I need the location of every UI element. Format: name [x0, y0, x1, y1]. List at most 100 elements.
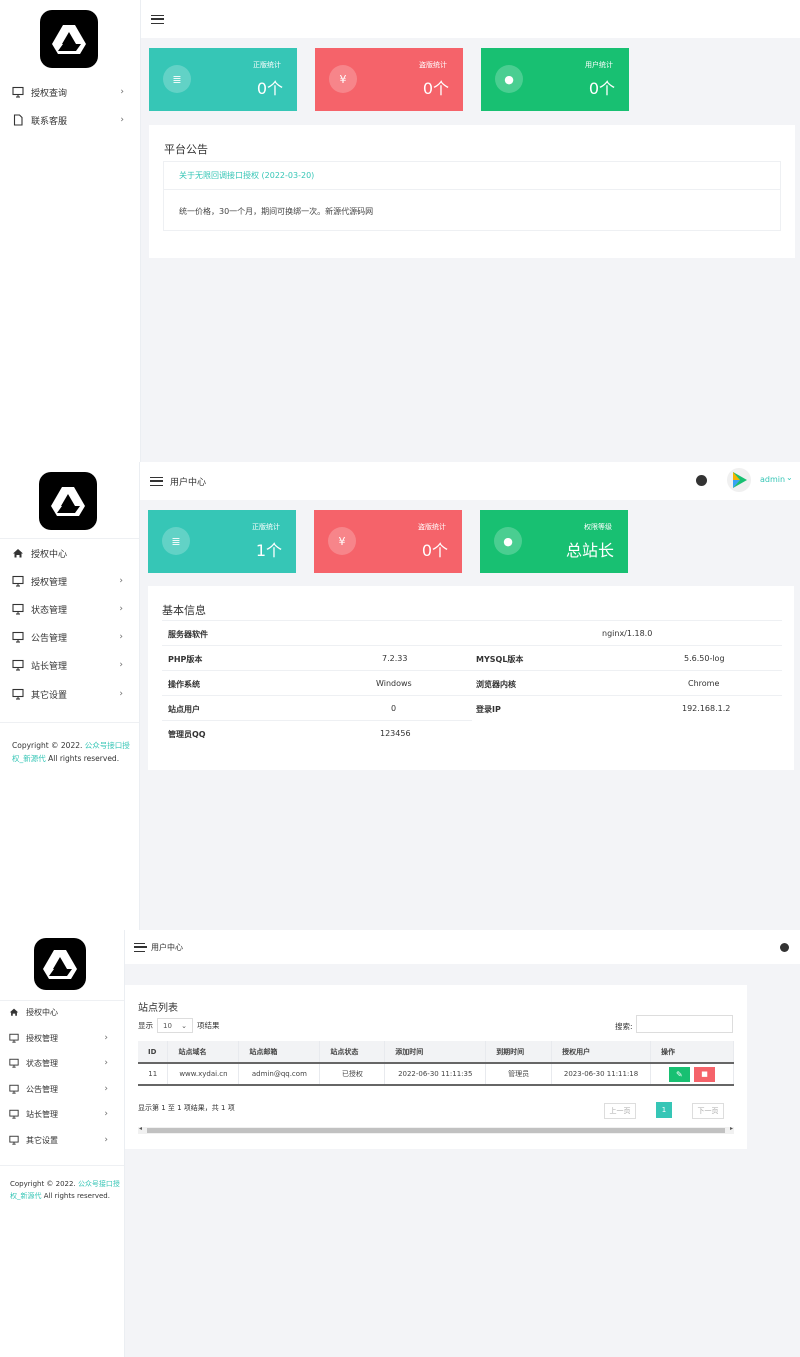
page-1-button[interactable]: 1: [656, 1102, 672, 1118]
info-key: 浏览器内核: [476, 680, 516, 689]
horizontal-scrollbar[interactable]: ◂ ▸: [138, 1125, 734, 1134]
scroll-right-icon[interactable]: ▸: [730, 1125, 733, 1132]
column-header[interactable]: 添加时间: [384, 1041, 487, 1064]
column-header[interactable]: 操作: [650, 1041, 734, 1064]
cell-user: 2023-06-30 11:11:18: [551, 1063, 651, 1086]
info-title: 基本信息: [162, 604, 206, 617]
footer-prefix: Copyright © 2022.: [12, 741, 83, 750]
sidebar-item-label: 其它设置: [26, 1135, 58, 1145]
notice-title: 平台公告: [164, 143, 208, 156]
sidebar-item-label: 授权查询: [31, 88, 68, 99]
stat-card-level: ● 权限等级 总站长: [480, 510, 628, 573]
info-key: 服务器软件: [168, 630, 208, 639]
sidebar-item-label: 站长管理: [31, 661, 68, 672]
list-icon: ≣: [163, 65, 191, 93]
info-row: PHP版本 7.2.33 MYSQL版本 5.6.50-log: [162, 645, 782, 669]
info-key: 登录IP: [476, 705, 501, 714]
sidebar-item-webmaster[interactable]: 站长管理 ›: [0, 1101, 124, 1127]
search-input[interactable]: [636, 1015, 733, 1033]
avatar[interactable]: [727, 468, 751, 492]
sidebar-item-status[interactable]: 状态管理 ›: [0, 595, 139, 623]
sidebar-item-label: 授权中心: [26, 1007, 58, 1017]
sidebar-item-label: 其它设置: [31, 690, 68, 701]
table-summary: 显示第 1 至 1 项结果，共 1 项: [138, 1104, 235, 1112]
info-value: Windows: [376, 679, 412, 688]
sidebar-item-support[interactable]: 联系客服 ›: [0, 106, 140, 134]
cell-actions: ✎ ■: [650, 1063, 734, 1086]
sidebar-item-webmaster[interactable]: 站长管理 ›: [0, 651, 139, 679]
page-size-value: 10: [163, 1021, 172, 1030]
monitor-icon: [12, 631, 24, 643]
chevron-right-icon: ›: [119, 689, 123, 699]
sidebar-item-query[interactable]: 授权查询 ›: [0, 78, 140, 106]
topbar: 用户中心: [125, 930, 800, 964]
stat-value: 总站长: [565, 541, 614, 560]
stat-label: 盗版统计: [419, 61, 447, 69]
monitor-icon: [12, 86, 24, 98]
page-size-select[interactable]: 10 ⌄: [157, 1018, 193, 1033]
sidebar-item-auth-manage[interactable]: 授权管理 ›: [0, 1025, 124, 1051]
stat-label: 正版统计: [252, 523, 280, 531]
home-icon: [9, 1007, 19, 1017]
palette-icon[interactable]: [780, 943, 789, 952]
panel-site-list: 授权中心 授权管理 › 状态管理 › 公告管理 › 站长管理 › 其它设置 ›: [0, 930, 800, 1357]
column-header[interactable]: 到期时间: [485, 1041, 553, 1064]
home-icon: [12, 547, 24, 559]
info-row-server: 服务器软件 nginx/1.18.0: [162, 620, 782, 644]
menu-toggle-icon[interactable]: [150, 476, 163, 486]
notice-link[interactable]: 关于无限回调接口授权 (2022-03-20): [179, 170, 314, 181]
play-logo-icon: [733, 472, 747, 488]
sidebar: 授权中心 授权管理 › 状态管理 › 公告管理 › 站长管理 › 其它设置 ›: [0, 462, 140, 930]
stat-value: 0个: [421, 541, 448, 560]
edit-button[interactable]: ✎: [668, 1066, 690, 1082]
menu-toggle-icon[interactable]: [134, 942, 147, 952]
scrollbar-thumb[interactable]: [147, 1128, 725, 1133]
sidebar-item-notice[interactable]: 公告管理 ›: [0, 1076, 124, 1102]
list-icon: ≣: [162, 527, 190, 555]
sidebar-item-label: 联系客服: [31, 116, 68, 127]
info-value: nginx/1.18.0: [602, 629, 653, 638]
sidebar-item-auth-center[interactable]: 授权中心: [0, 999, 124, 1025]
info-value: 192.168.1.2: [682, 704, 731, 713]
header-title: 用户中心: [170, 477, 207, 488]
column-header[interactable]: 站点状态: [319, 1041, 386, 1064]
sidebar-item-label: 公告管理: [31, 633, 68, 644]
scroll-left-icon[interactable]: ◂: [139, 1125, 142, 1132]
logo-icon: [48, 18, 90, 60]
prev-page-button[interactable]: 上一页: [604, 1103, 636, 1119]
sidebar-item-label: 状态管理: [31, 605, 68, 616]
search-label: 搜索:: [615, 1022, 633, 1031]
sidebar-item-settings[interactable]: 其它设置 ›: [0, 1127, 124, 1153]
column-header[interactable]: 站点域名: [167, 1041, 240, 1064]
site-table: ID 站点域名 站点邮箱 站点状态 添加时间 到期时间 授权用户 操作 11 w…: [138, 1041, 734, 1086]
cell-domain: www.xydai.cn: [167, 1063, 240, 1086]
column-header[interactable]: ID: [138, 1041, 169, 1064]
monitor-icon: [9, 1033, 19, 1043]
sidebar-item-auth-manage[interactable]: 授权管理 ›: [0, 567, 139, 595]
footer-suffix: All rights reserved.: [43, 1192, 110, 1200]
menu-toggle-icon[interactable]: [151, 14, 164, 24]
notice-box: 平台公告 关于无限回调接口授权 (2022-03-20) 统一价格，30一个月，…: [149, 125, 795, 258]
sidebar-item-settings[interactable]: 其它设置 ›: [0, 680, 139, 708]
sidebar-item-status[interactable]: 状态管理 ›: [0, 1050, 124, 1076]
sidebar-item-auth-center[interactable]: 授权中心: [0, 539, 139, 567]
panel-dashboard-1: 授权查询 › 联系客服 › ≣ 正版统计 0个 ¥ 盗版统计 0个 ● 用户统计…: [0, 0, 800, 462]
column-header[interactable]: 站点邮箱: [238, 1041, 321, 1064]
next-page-button[interactable]: 下一页: [692, 1103, 724, 1119]
logo: [39, 472, 97, 530]
sidebar-item-notice[interactable]: 公告管理 ›: [0, 623, 139, 651]
sidebar-item-label: 授权中心: [31, 549, 68, 560]
user-name[interactable]: admin: [760, 475, 785, 484]
column-header[interactable]: 授权用户: [551, 1041, 651, 1064]
palette-icon[interactable]: [696, 475, 707, 486]
chevron-down-icon[interactable]: ⌄: [786, 473, 793, 482]
notice-inner: 关于无限回调接口授权 (2022-03-20) 统一价格，30一个月，期间可换绑…: [163, 161, 781, 231]
info-key: 管理员QQ: [168, 730, 206, 739]
delete-button[interactable]: ■: [694, 1066, 716, 1082]
stat-card-pirate: ¥ 盗版统计 0个: [315, 48, 463, 111]
yen-icon: ¥: [329, 65, 357, 93]
info-key: 站点用户: [168, 705, 200, 714]
monitor-icon: [9, 1109, 19, 1119]
stat-card-genuine: ≣ 正版统计 1个: [148, 510, 296, 573]
topbar: [141, 0, 800, 38]
